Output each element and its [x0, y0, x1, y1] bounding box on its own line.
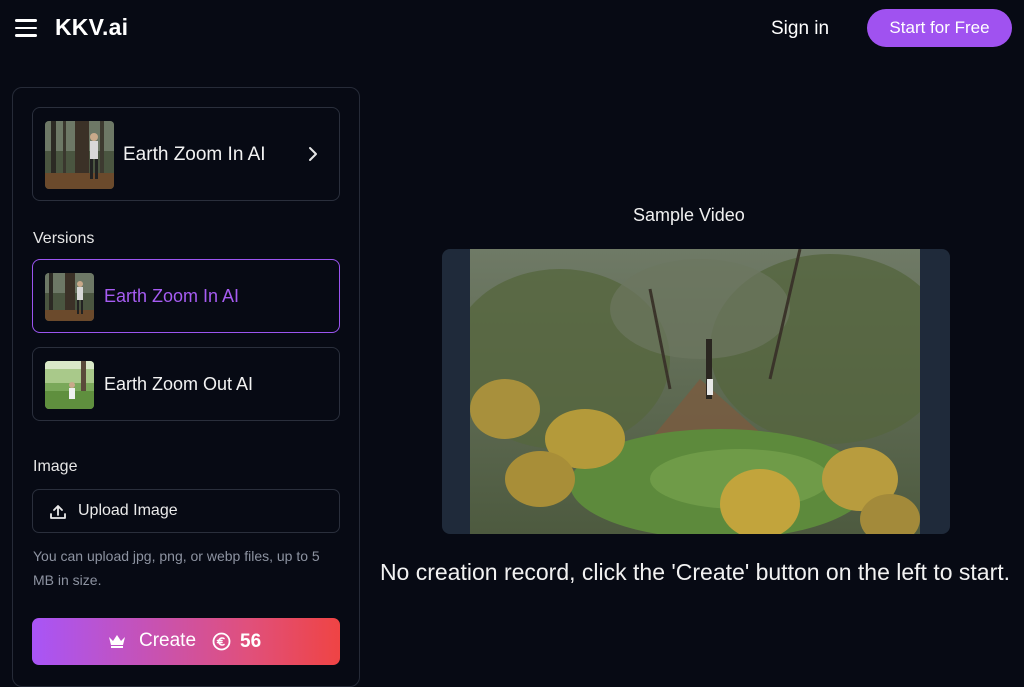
- version-earth-zoom-out[interactable]: Earth Zoom Out AI: [32, 347, 340, 421]
- empty-state-message: No creation record, click the 'Create' b…: [379, 559, 1011, 585]
- version-thumbnail: [45, 273, 94, 321]
- sample-video-player[interactable]: [442, 249, 950, 534]
- sample-video-title: Sample Video: [633, 205, 745, 225]
- credit-count: 56: [240, 631, 262, 652]
- upload-image-button[interactable]: Upload Image: [32, 489, 340, 533]
- version-earth-zoom-in[interactable]: Earth Zoom In AI: [32, 259, 340, 333]
- credit-coin-icon: [212, 632, 231, 651]
- create-button[interactable]: Create 56: [32, 618, 340, 665]
- versions-heading: Versions: [33, 230, 95, 247]
- logo[interactable]: KKV.ai: [55, 14, 128, 41]
- hamburger-menu-icon[interactable]: [14, 17, 38, 39]
- image-heading: Image: [33, 458, 78, 475]
- top-bar: KKV.ai Sign in Start for Free: [0, 0, 1024, 58]
- model-selector[interactable]: Earth Zoom In AI: [32, 107, 340, 201]
- start-for-free-button[interactable]: Start for Free: [867, 9, 1012, 47]
- crown-icon: [109, 635, 125, 648]
- sign-in-link[interactable]: Sign in: [771, 18, 829, 40]
- version-label: Earth Zoom Out AI: [104, 374, 254, 394]
- version-label: Earth Zoom In AI: [104, 286, 240, 306]
- sample-video-frame: [470, 249, 920, 534]
- upload-icon: [50, 505, 66, 519]
- create-label: Create: [139, 630, 197, 651]
- version-thumbnail: [45, 361, 94, 409]
- upload-hint: You can upload jpg, png, or webp files, …: [33, 548, 320, 588]
- model-thumbnail: [45, 121, 114, 189]
- model-label: Earth Zoom In AI: [123, 144, 266, 165]
- chevron-right-icon: [309, 147, 317, 161]
- upload-label: Upload Image: [78, 502, 178, 519]
